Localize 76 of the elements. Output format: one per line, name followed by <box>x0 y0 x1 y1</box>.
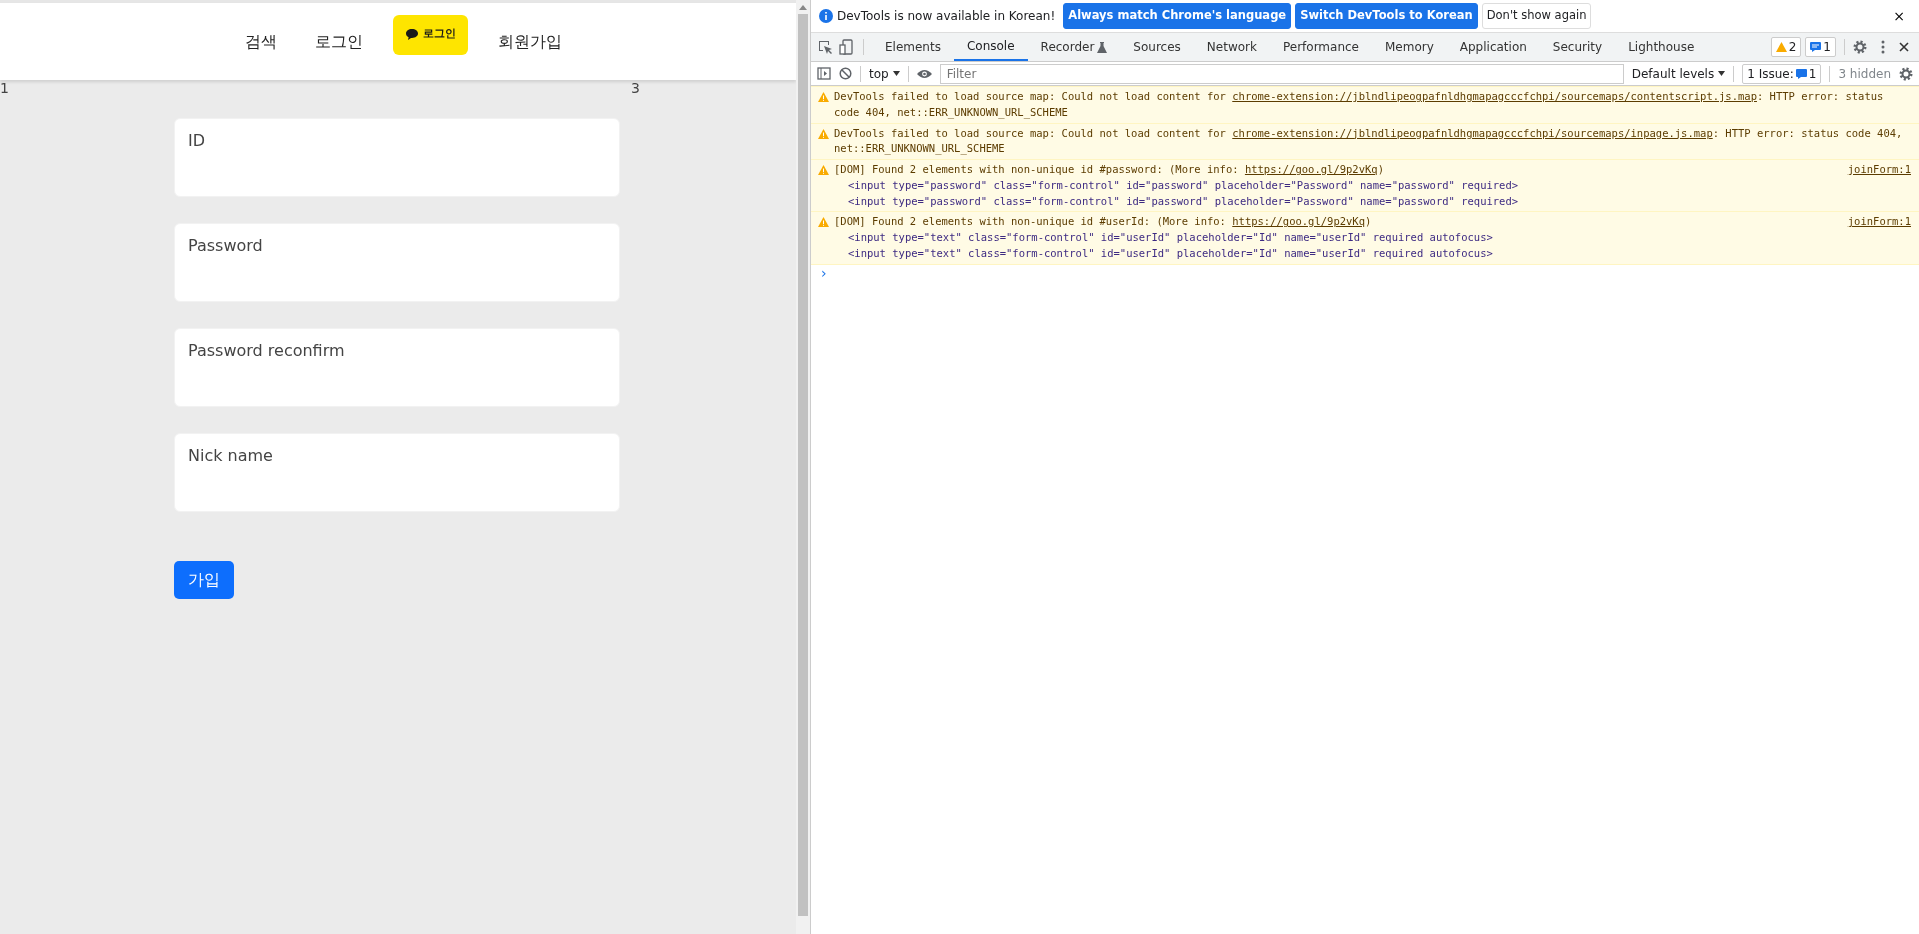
input-field[interactable]: Password reconfirm <box>174 328 620 407</box>
source-link[interactable]: https://goo.gl/9p2vKq <box>1232 215 1366 228</box>
devtools-tab[interactable]: Elements <box>872 33 954 61</box>
warning-icon <box>818 92 829 102</box>
warning-icon <box>818 128 829 139</box>
console-prompt[interactable]: › <box>811 263 1919 281</box>
more-options-icon[interactable] <box>1881 40 1885 54</box>
close-icon[interactable] <box>1899 42 1909 52</box>
source-link[interactable]: chrome-extension://jblndlipeogpafnldhgmapagcccfchpi/sourcemaps/contentscript.js.map <box>1232 90 1757 102</box>
context-dropdown[interactable]: top <box>869 64 900 83</box>
count-text: 2 <box>1788 39 1797 56</box>
code-line: <input type="text" class="form-control" id="userId" placeholder="Id" name="userId" required autofocus> <box>847 245 1494 261</box>
source-link[interactable]: chrome-extension://jblndlipeogpafnldhgmapagcccfchpi/sourcemaps/inpage.js.map <box>1232 126 1713 139</box>
input-field[interactable]: Nick name <box>174 433 620 512</box>
code-line: <input type="password" class="form-control" id="password" placeholder="Password" name="password" required> <box>847 193 1520 209</box>
code-line: <input type="password" class="form-control" id="password" placeholder="Password" name="password" required> <box>847 177 1520 193</box>
count-text: 1 <box>1823 39 1831 56</box>
message-icon <box>1810 42 1822 52</box>
scrollbar[interactable] <box>796 0 810 934</box>
settings-icon[interactable] <box>1899 66 1913 81</box>
devtools-tab[interactable]: Lighthouse <box>1615 33 1708 61</box>
inspect-icon[interactable] <box>817 39 833 55</box>
eye-icon[interactable] <box>916 68 932 79</box>
message-count[interactable]: 1 <box>1805 37 1836 57</box>
speech-bubble-icon <box>404 28 419 41</box>
devtools-tab[interactable]: Network <box>1193 33 1270 61</box>
devtools-tab[interactable]: Memory <box>1372 33 1447 61</box>
kakao-login-button[interactable]: 로그인 <box>392 14 468 55</box>
infobar-button[interactable]: Don't show again <box>1481 3 1592 29</box>
count-text: 1 <box>1808 65 1817 83</box>
devtools-tab[interactable]: Application <box>1446 33 1540 61</box>
console-message: [DOM] Found 2 elements with non-unique id #userId: (More info: https://goo.gl/9p2vKq) <box>834 214 1373 230</box>
warning-icon <box>818 165 829 175</box>
scroll-up-icon[interactable] <box>799 4 807 10</box>
settings-icon[interactable] <box>1853 40 1867 54</box>
caret-icon <box>892 71 900 76</box>
console-message: DevTools failed to load source map: Could not load content for chrome-extension://jblndlipeogpafnldhgmapagcccfchpi/sourcemaps/contentscript.js.map: HTTP error: status code 404, net::ERR_UNKNOWN_URL_SCHEME <box>834 89 1885 121</box>
issues-text: 1 Issue: <box>1747 65 1794 83</box>
console-message: DevTools failed to load source map: Could not load content for chrome-extension://jblndlipeogpafnldhgmapagcccfchpi/sourcemaps/inpage.js.map: HTTP error: status code 404, net::ERR_UNKNOWN_URL_SCHEME <box>834 125 1904 157</box>
devtools-tab[interactable]: Recorder <box>1027 33 1121 61</box>
devtools-tab[interactable]: Console <box>953 33 1028 61</box>
warning-icon <box>1775 42 1787 52</box>
page-text: 3 <box>631 80 640 96</box>
device-toolbar-icon[interactable] <box>839 39 855 55</box>
infobar-button[interactable]: Always match Chrome's language <box>1063 3 1292 29</box>
source-link[interactable]: https://goo.gl/9p2vKq <box>1244 163 1378 175</box>
source-link[interactable]: joinForm:1 <box>1847 162 1911 178</box>
devtools-tab[interactable]: Sources <box>1120 33 1194 61</box>
submit-button[interactable]: 가입 <box>174 561 234 599</box>
devtools-tab[interactable]: Performance <box>1269 33 1372 61</box>
info-icon <box>819 9 833 23</box>
info-message: DevTools is now available in Korean! <box>837 8 1056 25</box>
devtools-tab[interactable]: Security <box>1539 33 1616 61</box>
page-text: 1 <box>0 80 9 96</box>
input-field[interactable]: ID <box>174 118 620 197</box>
console-message: [DOM] Found 2 elements with non-unique id #password: (More info: https://goo.gl/9p2vKq) <box>834 162 1385 177</box>
issues-button[interactable]: 1 Issue: 1 <box>1742 63 1822 84</box>
levels-dropdown[interactable]: Default levels <box>1631 64 1726 83</box>
warning-count[interactable]: 2 <box>1770 37 1802 57</box>
source-link[interactable]: joinForm:1 <box>1847 214 1911 230</box>
nav-link[interactable]: 회원가입 <box>489 23 570 60</box>
warning-icon <box>818 217 829 228</box>
clear-console-icon[interactable] <box>839 67 852 80</box>
flask-icon <box>1097 41 1108 53</box>
nav-link[interactable]: 로그인 <box>306 23 371 60</box>
close-button[interactable]: × <box>1887 4 1911 28</box>
code-line: <input type="text" class="form-control" id="userId" placeholder="Id" name="userId" required autofocus> <box>847 230 1494 245</box>
input-field[interactable]: Password <box>174 223 620 302</box>
scrollbar-thumb[interactable] <box>798 14 808 916</box>
infobar-button[interactable]: Switch DevTools to Korean <box>1295 3 1478 29</box>
filter-field[interactable]: Filter <box>939 63 1624 84</box>
hidden-count: 3 hidden <box>1838 65 1891 83</box>
nav-link[interactable]: 검색 <box>236 23 285 60</box>
caret-icon <box>1718 71 1726 76</box>
sidebar-toggle-icon[interactable] <box>817 67 831 80</box>
message-icon <box>1795 68 1807 79</box>
